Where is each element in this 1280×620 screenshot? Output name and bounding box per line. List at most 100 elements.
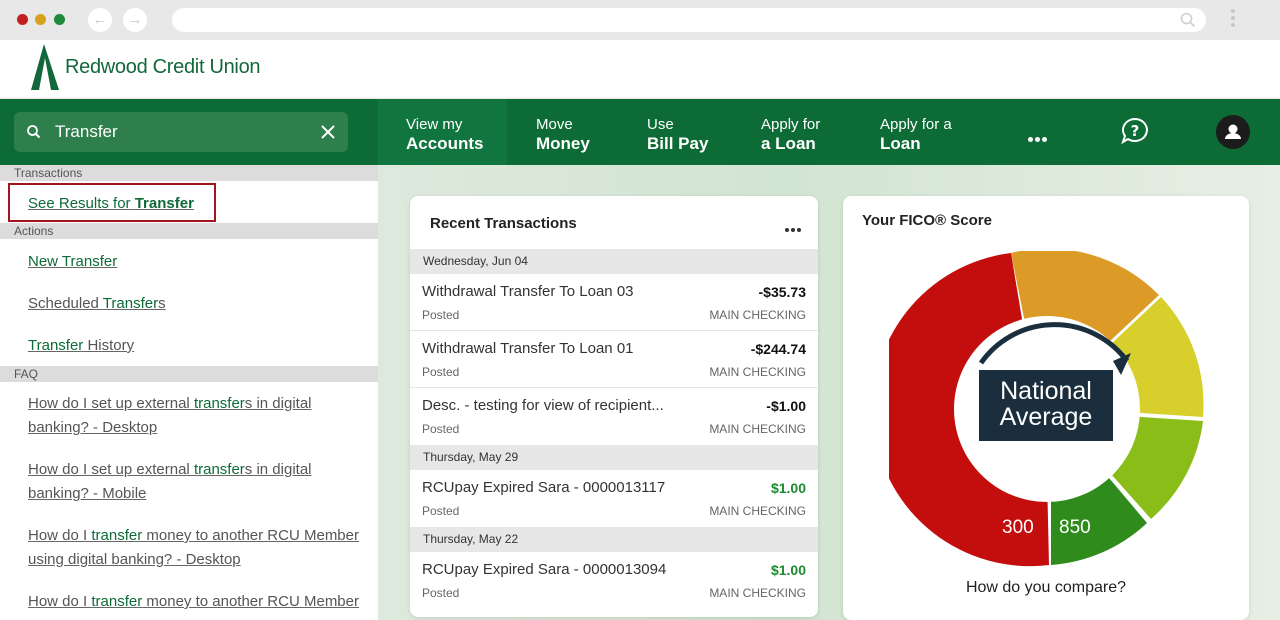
link-rest: History: [83, 337, 135, 354]
transaction-account: MAIN CHECKING: [709, 504, 806, 518]
transaction-amount: -$35.73: [758, 284, 806, 300]
fico-score-card: Your FICO® Score National Average 300 85…: [843, 196, 1249, 620]
transaction-row[interactable]: Withdrawal Transfer To Loan 03 -$35.73 P…: [410, 274, 818, 331]
card-title: Your FICO® Score: [862, 212, 992, 229]
score-max-label: 850: [1059, 517, 1091, 538]
user-profile-icon[interactable]: [1216, 115, 1250, 149]
see-results-link[interactable]: See Results for Transfer: [28, 195, 194, 212]
link-prefix: How do I: [28, 527, 92, 544]
national-average-badge: National Average: [979, 370, 1113, 441]
site-header: Redwood Credit Union: [0, 40, 1280, 99]
section-header-actions: Actions: [0, 223, 378, 239]
main-navigation: Transfer View my Accounts Move Money Use…: [0, 99, 1280, 165]
link-highlight: Transfer: [102, 295, 159, 312]
transaction-description: RCUpay Expired Sara - 0000013094: [422, 561, 667, 578]
link-highlight: transfer: [91, 593, 143, 610]
transaction-status: Posted: [422, 365, 460, 379]
transaction-account: MAIN CHECKING: [709, 308, 806, 322]
badge-line2: Average: [999, 403, 1093, 431]
date-group-header: Thursday, May 29: [410, 445, 818, 470]
nav-label-line2: a Loan: [761, 134, 816, 153]
nav-label-line1: Apply for a: [880, 116, 952, 133]
action-new-transfer-link[interactable]: New Transfer: [28, 253, 117, 270]
search-query-text[interactable]: Transfer: [55, 122, 118, 142]
transaction-status: Posted: [422, 308, 460, 322]
transaction-row[interactable]: Desc. - testing for view of recipient...…: [410, 388, 818, 445]
fico-compare-text[interactable]: How do you compare?: [843, 579, 1249, 597]
transaction-description: Withdrawal Transfer To Loan 03: [422, 283, 634, 300]
search-input[interactable]: Transfer: [14, 112, 348, 152]
transaction-status: Posted: [422, 586, 460, 600]
browser-chrome: ← →: [0, 0, 1280, 40]
address-bar[interactable]: [172, 8, 1206, 32]
maximize-window-dot[interactable]: [54, 14, 65, 25]
nav-apply-loan[interactable]: Apply for a Loan: [761, 99, 820, 165]
transaction-description: Withdrawal Transfer To Loan 01: [422, 340, 634, 357]
link-prefix: How do I set up external: [28, 461, 194, 478]
nav-label-line2: Money: [536, 134, 590, 153]
transaction-account: MAIN CHECKING: [709, 422, 806, 436]
link-prefix: Scheduled: [28, 295, 103, 312]
link-highlight: New Transfer: [28, 253, 118, 270]
svg-text:?: ?: [1131, 122, 1140, 140]
transaction-description: RCUpay Expired Sara - 0000013117: [422, 479, 666, 496]
faq-link[interactable]: How do I transfer money to another RCU M…: [28, 524, 373, 572]
nav-apply-for-a-loan[interactable]: Apply for a Loan: [880, 99, 952, 165]
action-transfer-history-link[interactable]: Transfer History: [28, 337, 134, 354]
see-results-prefix: See Results for: [28, 195, 135, 212]
link-highlight: Transfer: [28, 337, 84, 354]
clear-search-icon[interactable]: [320, 124, 336, 140]
transaction-account: MAIN CHECKING: [709, 365, 806, 379]
logo-text[interactable]: Redwood Credit Union: [65, 56, 261, 79]
faq-link[interactable]: How do I set up external transfers in di…: [28, 458, 373, 506]
link-highlight: transfer: [193, 395, 245, 412]
transaction-status: Posted: [422, 422, 460, 436]
link-prefix: How do I: [28, 593, 92, 610]
nav-label-line1: View my: [406, 116, 463, 133]
transaction-row[interactable]: Withdrawal Transfer To Loan 01 -$244.74 …: [410, 331, 818, 388]
nav-move-money[interactable]: Move Money: [536, 99, 590, 165]
score-min-label: 300: [1002, 517, 1034, 538]
forward-arrow-icon[interactable]: →: [123, 8, 147, 32]
recent-transactions-card: Recent Transactions Wednesday, Jun 04 Wi…: [410, 196, 818, 617]
nav-label-line1: Use: [647, 116, 674, 133]
date-group-header: Wednesday, Jun 04: [410, 249, 818, 274]
transaction-row[interactable]: RCUpay Expired Sara - 0000013117 $1.00 P…: [410, 470, 818, 527]
see-results-term: Transfer: [134, 195, 194, 212]
transaction-amount: $1.00: [770, 480, 806, 496]
link-highlight: transfer: [193, 461, 245, 478]
faq-link[interactable]: How do I transfer money to another RCU M…: [28, 590, 373, 614]
action-scheduled-transfers-link[interactable]: Scheduled Transfers: [28, 295, 166, 312]
redwood-tree-logo-icon: [31, 44, 59, 90]
nav-label-line1: Move: [536, 116, 573, 133]
nav-label-line1: Apply for: [761, 116, 821, 133]
nav-view-accounts[interactable]: View my Accounts: [378, 99, 507, 165]
help-chat-icon[interactable]: ?: [1120, 116, 1150, 146]
badge-line1: National: [1000, 377, 1092, 405]
nav-label-line2: Bill Pay: [647, 134, 709, 153]
section-header-faq: FAQ: [0, 366, 378, 382]
browser-menu-icon[interactable]: [1230, 9, 1236, 30]
search-icon: [27, 125, 41, 139]
transaction-status: Posted: [422, 504, 460, 518]
nav-label-line2: Accounts: [406, 134, 484, 153]
card-options-icon[interactable]: [785, 219, 803, 237]
transaction-amount: -$244.74: [750, 341, 806, 357]
nav-label-line2: Loan: [880, 134, 921, 153]
transaction-account: MAIN CHECKING: [709, 586, 806, 600]
transaction-description: Desc. - testing for view of recipient...: [422, 397, 664, 414]
transaction-amount: $1.00: [770, 562, 806, 578]
date-group-header: Thursday, May 22: [410, 527, 818, 552]
back-arrow-icon[interactable]: ←: [88, 8, 112, 32]
transaction-row[interactable]: RCUpay Expired Sara - 0000013094 $1.00 P…: [410, 552, 818, 609]
search-icon: [1180, 12, 1196, 28]
person-icon: [1225, 124, 1241, 139]
minimize-window-dot[interactable]: [35, 14, 46, 25]
close-window-dot[interactable]: [17, 14, 28, 25]
link-highlight: transfer: [91, 527, 143, 544]
faq-link[interactable]: How do I set up external transfers in di…: [28, 392, 373, 440]
more-menu-icon[interactable]: [1028, 129, 1049, 147]
nav-bill-pay[interactable]: Use Bill Pay: [647, 99, 708, 165]
link-prefix: How do I set up external: [28, 395, 194, 412]
section-header-transactions: Transactions: [0, 165, 378, 181]
